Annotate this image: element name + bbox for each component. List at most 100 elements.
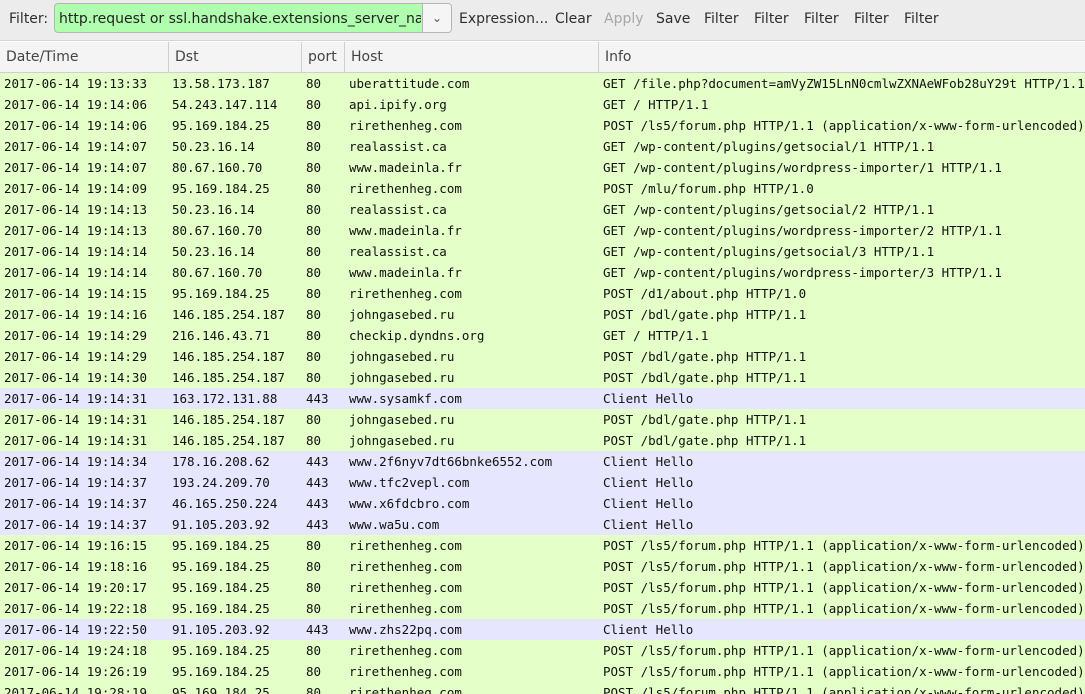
expression-button[interactable]: Expression... <box>459 11 548 27</box>
cell-info: POST /ls5/forum.php HTTP/1.1 (applicatio… <box>603 643 1085 658</box>
filter-button-3[interactable]: Filter <box>804 11 839 27</box>
table-row[interactable]: 2017-06-14 19:14:34 178.16.208.62 443 www.2… <box>0 451 1085 472</box>
cell-host: www.madeinla.fr <box>349 265 462 280</box>
table-row[interactable]: 2017-06-14 19:14:06 95.169.184.25 80 rireth… <box>0 115 1085 136</box>
table-row[interactable]: 2017-06-14 19:14:14 50.23.16.14 80 realassi… <box>0 241 1085 262</box>
cell-info: POST /ls5/forum.php HTTP/1.1 (applicatio… <box>603 118 1085 133</box>
table-row[interactable]: 2017-06-14 19:26:19 95.169.184.25 80 rireth… <box>0 661 1085 682</box>
cell-dst: 50.23.16.14 <box>172 139 255 154</box>
cell-host: www.wa5u.com <box>349 517 440 532</box>
filter-input-value[interactable]: http.request or ssl.handshake.extensions… <box>59 11 421 27</box>
table-row[interactable]: 2017-06-14 19:14:31 163.172.131.88 443 www.… <box>0 388 1085 409</box>
cell-datetime: 2017-06-14 19:26:19 <box>4 664 147 679</box>
cell-port: 80 <box>306 559 322 574</box>
cell-dst: 178.16.208.62 <box>172 454 270 469</box>
cell-info: Client Hello <box>603 391 694 406</box>
table-row[interactable]: 2017-06-14 19:18:16 95.169.184.25 80 rireth… <box>0 556 1085 577</box>
cell-datetime: 2017-06-14 19:14:07 <box>4 139 147 154</box>
table-row[interactable]: 2017-06-14 19:14:37 46.165.250.224 443 www.… <box>0 493 1085 514</box>
cell-port: 443 <box>306 496 329 511</box>
cell-datetime: 2017-06-14 19:14:07 <box>4 160 147 175</box>
cell-dst: 163.172.131.88 <box>172 391 278 406</box>
apply-button[interactable]: Apply <box>604 11 644 27</box>
table-row[interactable]: 2017-06-14 19:16:15 95.169.184.25 80 rireth… <box>0 535 1085 556</box>
cell-datetime: 2017-06-14 19:14:14 <box>4 265 147 280</box>
table-row[interactable]: 2017-06-14 19:14:15 95.169.184.25 80 rireth… <box>0 283 1085 304</box>
cell-info: GET /wp-content/plugins/wordpress-import… <box>603 223 1002 238</box>
table-row[interactable]: 2017-06-14 19:14:13 50.23.16.14 80 realassi… <box>0 199 1085 220</box>
cell-dst: 13.58.173.187 <box>172 76 270 91</box>
clear-button[interactable]: Clear <box>555 11 592 27</box>
cell-dst: 80.67.160.70 <box>172 160 263 175</box>
cell-info: POST /ls5/forum.php HTTP/1.1 (applicatio… <box>603 664 1085 679</box>
cell-host: rirethenheg.com <box>349 664 462 679</box>
cell-host: www.2f6nyv7dt66bnke6552.com <box>349 454 553 469</box>
cell-port: 80 <box>306 370 322 385</box>
column-header-host[interactable]: Host <box>345 42 599 72</box>
column-header-dst[interactable]: Dst <box>169 42 302 72</box>
cell-info: POST /ls5/forum.php HTTP/1.1 (applicatio… <box>603 559 1085 574</box>
cell-dst: 95.169.184.25 <box>172 580 270 595</box>
table-row[interactable]: 2017-06-14 19:28:19 95.169.184.25 80 rireth… <box>0 682 1085 694</box>
table-row[interactable]: 2017-06-14 19:14:14 80.67.160.70 80 www.mad… <box>0 262 1085 283</box>
cell-dst: 95.169.184.25 <box>172 685 270 694</box>
cell-info: POST /ls5/forum.php HTTP/1.1 (applicatio… <box>603 580 1085 595</box>
filter-button-4[interactable]: Filter <box>854 11 889 27</box>
table-row[interactable]: 2017-06-14 19:13:33 13.58.173.187 80 uberat… <box>0 73 1085 94</box>
cell-dst: 95.169.184.25 <box>172 559 270 574</box>
filter-button-2[interactable]: Filter <box>754 11 789 27</box>
cell-dst: 193.24.209.70 <box>172 475 270 490</box>
packet-list-header: Date/Time Dst port Host Info <box>0 42 1085 73</box>
cell-info: POST /bdl/gate.php HTTP/1.1 <box>603 433 807 448</box>
cell-datetime: 2017-06-14 19:14:31 <box>4 412 147 427</box>
cell-host: rirethenheg.com <box>349 580 462 595</box>
table-row[interactable]: 2017-06-14 19:22:50 91.105.203.92 443 www.z… <box>0 619 1085 640</box>
table-row[interactable]: 2017-06-14 19:14:13 80.67.160.70 80 www.mad… <box>0 220 1085 241</box>
cell-port: 443 <box>306 391 329 406</box>
cell-dst: 91.105.203.92 <box>172 517 270 532</box>
table-row[interactable]: 2017-06-14 19:14:37 91.105.203.92 443 www.w… <box>0 514 1085 535</box>
table-row[interactable]: 2017-06-14 19:14:37 193.24.209.70 443 www.t… <box>0 472 1085 493</box>
cell-port: 80 <box>306 286 322 301</box>
table-row[interactable]: 2017-06-14 19:22:18 95.169.184.25 80 rireth… <box>0 598 1085 619</box>
packet-list: 2017-06-14 19:13:33 13.58.173.187 80 uberat… <box>0 73 1085 694</box>
cell-info: Client Hello <box>603 496 694 511</box>
cell-port: 80 <box>306 223 322 238</box>
filter-button-1[interactable]: Filter <box>704 11 739 27</box>
cell-port: 80 <box>306 139 322 154</box>
cell-datetime: 2017-06-14 19:14:09 <box>4 181 147 196</box>
cell-dst: 146.185.254.187 <box>172 412 285 427</box>
table-row[interactable]: 2017-06-14 19:14:30 146.185.254.187 80 john… <box>0 367 1085 388</box>
save-button[interactable]: Save <box>656 11 690 27</box>
table-row[interactable]: 2017-06-14 19:14:31 146.185.254.187 80 john… <box>0 409 1085 430</box>
table-row[interactable]: 2017-06-14 19:14:29 146.185.254.187 80 john… <box>0 346 1085 367</box>
table-row[interactable]: 2017-06-14 19:24:18 95.169.184.25 80 rireth… <box>0 640 1085 661</box>
table-row[interactable]: 2017-06-14 19:14:06 54.243.147.114 80 api.i… <box>0 94 1085 115</box>
cell-dst: 95.169.184.25 <box>172 538 270 553</box>
cell-info: GET /wp-content/plugins/wordpress-import… <box>603 265 1002 280</box>
column-header-datetime[interactable]: Date/Time <box>0 42 169 72</box>
cell-info: GET /wp-content/plugins/wordpress-import… <box>603 160 1002 175</box>
table-row[interactable]: 2017-06-14 19:14:31 146.185.254.187 80 john… <box>0 430 1085 451</box>
cell-dst: 216.146.43.71 <box>172 328 270 343</box>
cell-host: www.madeinla.fr <box>349 223 462 238</box>
column-header-port[interactable]: port <box>302 42 345 72</box>
cell-host: www.madeinla.fr <box>349 160 462 175</box>
cell-dst: 46.165.250.224 <box>172 496 278 511</box>
chevron-down-icon[interactable]: ⌄ <box>422 4 451 32</box>
filter-button-5[interactable]: Filter <box>904 11 939 27</box>
cell-port: 80 <box>306 580 322 595</box>
column-header-info[interactable]: Info <box>599 42 1085 72</box>
table-row[interactable]: 2017-06-14 19:14:07 80.67.160.70 80 www.mad… <box>0 157 1085 178</box>
cell-port: 80 <box>306 664 322 679</box>
cell-dst: 50.23.16.14 <box>172 244 255 259</box>
table-row[interactable]: 2017-06-14 19:14:29 216.146.43.71 80 checki… <box>0 325 1085 346</box>
cell-info: GET /file.php?document=amVyZW15LnN0cmlwZ… <box>603 76 1085 91</box>
table-row[interactable]: 2017-06-14 19:20:17 95.169.184.25 80 rireth… <box>0 577 1085 598</box>
filter-input[interactable]: http.request or ssl.handshake.extensions… <box>54 3 452 33</box>
table-row[interactable]: 2017-06-14 19:14:09 95.169.184.25 80 rireth… <box>0 178 1085 199</box>
table-row[interactable]: 2017-06-14 19:14:07 50.23.16.14 80 realassi… <box>0 136 1085 157</box>
table-row[interactable]: 2017-06-14 19:14:16 146.185.254.187 80 john… <box>0 304 1085 325</box>
cell-info: GET / HTTP/1.1 <box>603 97 709 112</box>
cell-host: www.zhs22pq.com <box>349 622 462 637</box>
